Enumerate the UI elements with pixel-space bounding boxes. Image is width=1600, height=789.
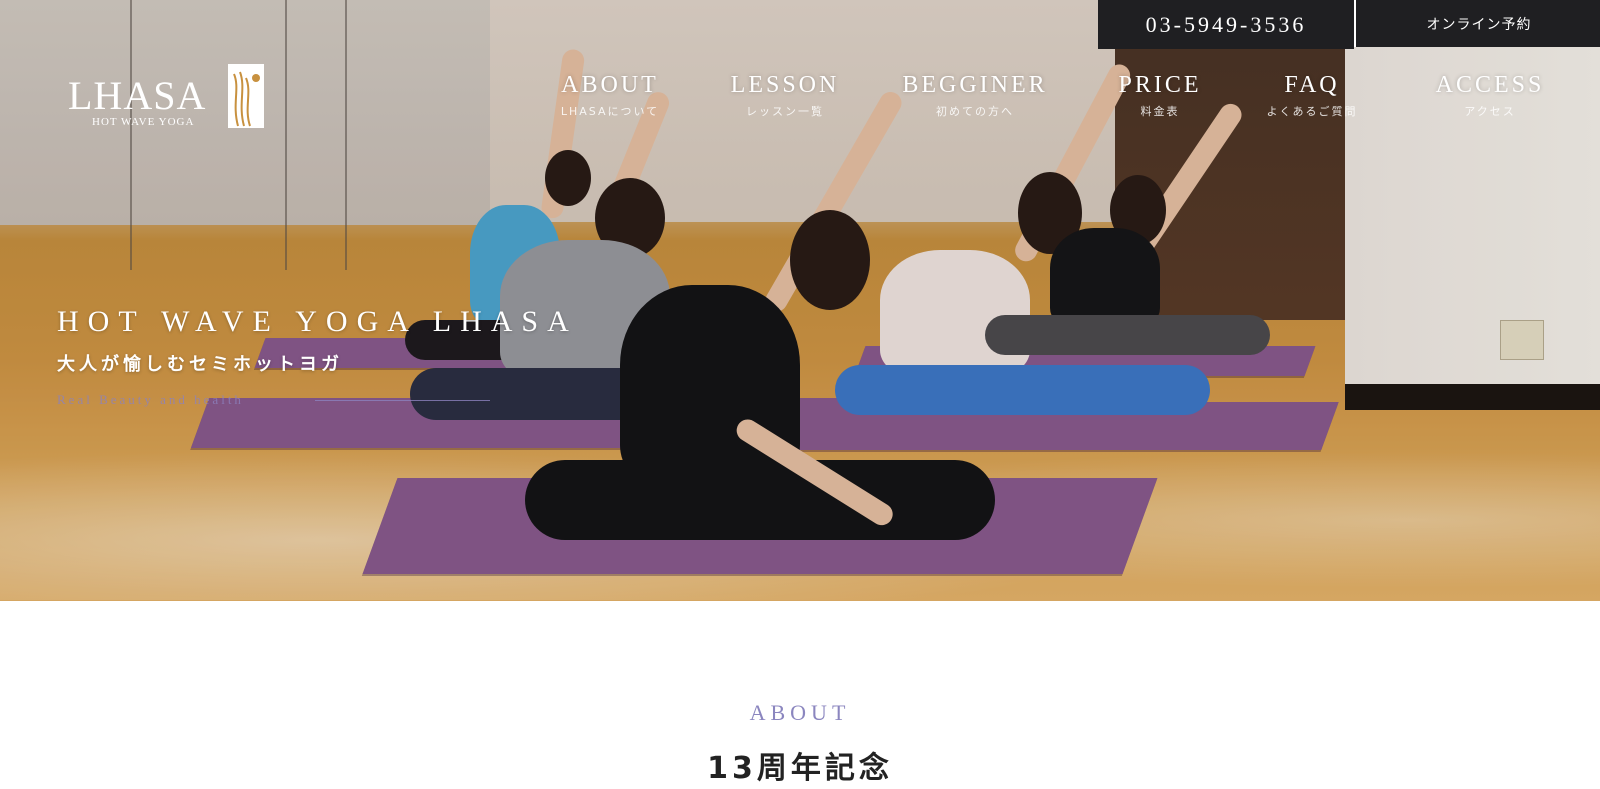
nav-label: BEGGINER	[902, 72, 1048, 98]
nav-label: FAQ	[1284, 72, 1340, 98]
top-bar: 03-5949-3536 オンライン予約	[1098, 0, 1600, 49]
section-title: 13周年記念	[707, 751, 893, 786]
phone-number[interactable]: 03-5949-3536	[1098, 0, 1354, 49]
nav-sublabel: よくあるご質問	[1266, 105, 1358, 118]
hero-tagline: Real Beauty and health	[57, 392, 244, 407]
hero-divider-line	[315, 400, 490, 401]
hero-title: HOT WAVE YOGA LHASA	[57, 305, 578, 338]
logo-wave-icon	[228, 64, 264, 128]
nav-item-about[interactable]: ABOUT LHASAについて	[540, 72, 680, 119]
nav-item-lesson[interactable]: LESSON レッスン一覧	[710, 72, 860, 119]
nav-label: PRICE	[1118, 72, 1202, 98]
nav-item-access[interactable]: ACCESS アクセス	[1420, 72, 1560, 119]
logo-subtitle: HOT WAVE YOGA	[92, 116, 195, 128]
nav-label: ABOUT	[561, 72, 659, 98]
online-reservation-button[interactable]: オンライン予約	[1354, 0, 1600, 47]
nav-item-faq[interactable]: FAQ よくあるご質問	[1252, 72, 1372, 119]
site-logo[interactable]: LHASA HOT WAVE YOGA	[48, 64, 268, 134]
nav-sublabel: 初めての方へ	[936, 105, 1014, 118]
nav-sublabel: レッスン一覧	[746, 105, 824, 118]
nav-label: LESSON	[730, 72, 840, 98]
nav-sublabel: LHASAについて	[560, 105, 660, 118]
main-nav: ABOUT LHASAについて LESSON レッスン一覧 BEGGINER 初…	[540, 72, 1600, 132]
nav-item-begginer[interactable]: BEGGINER 初めての方へ	[890, 72, 1060, 119]
nav-item-price[interactable]: PRICE 料金表	[1100, 72, 1220, 119]
hero-subtitle: 大人が愉しむセミホットヨガ	[57, 354, 343, 375]
section-label-about: ABOUT	[749, 700, 851, 725]
nav-label: ACCESS	[1435, 72, 1545, 98]
nav-sublabel: アクセス	[1464, 105, 1516, 118]
logo-wordmark: LHASA	[68, 73, 207, 118]
nav-sublabel: 料金表	[1140, 105, 1180, 118]
